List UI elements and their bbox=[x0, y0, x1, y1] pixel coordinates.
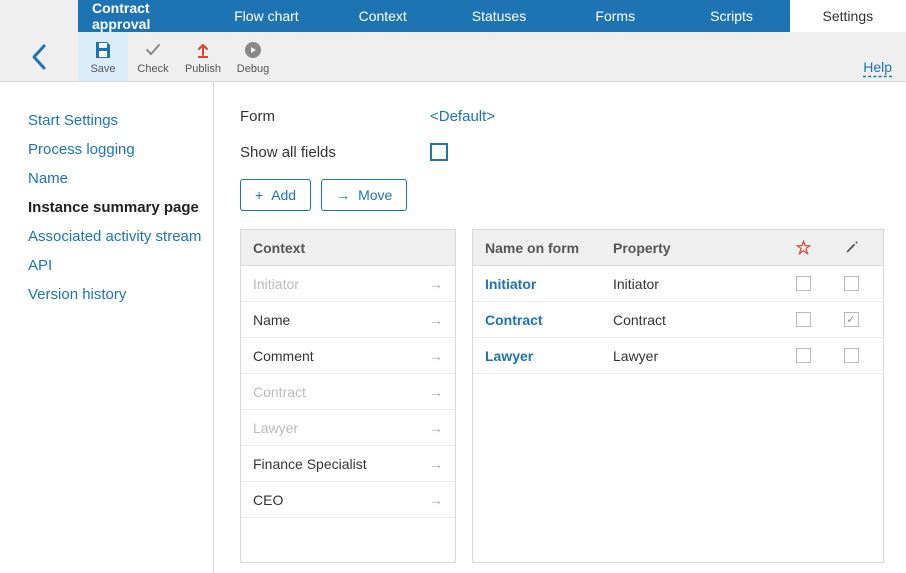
edit-header-icon bbox=[831, 240, 871, 255]
context-row[interactable]: CEO → bbox=[241, 482, 455, 518]
sidebar-item-instance-summary-page[interactable]: Instance summary page bbox=[28, 193, 203, 222]
back-icon[interactable] bbox=[30, 43, 48, 71]
show-all-fields-checkbox[interactable] bbox=[430, 143, 448, 161]
form-row-name[interactable]: Initiator bbox=[485, 276, 613, 292]
arrow-right-icon: → bbox=[429, 384, 443, 400]
form-label: Form bbox=[240, 108, 430, 125]
form-table: Name on form Property InitiatorInitiator… bbox=[472, 229, 884, 563]
save-icon bbox=[93, 39, 113, 61]
show-all-fields-label: Show all fields bbox=[240, 144, 430, 161]
edit-checkbox[interactable]: ✓ bbox=[844, 312, 859, 327]
sidebar: Start SettingsProcess loggingNameInstanc… bbox=[0, 82, 214, 573]
arrow-right-icon: → bbox=[429, 420, 443, 436]
sidebar-item-start-settings[interactable]: Start Settings bbox=[28, 106, 203, 135]
move-button[interactable]: → Move bbox=[321, 179, 407, 211]
context-row-label: Lawyer bbox=[253, 420, 298, 436]
add-label: Add bbox=[271, 187, 296, 203]
sidebar-item-associated-activity-stream[interactable]: Associated activity stream bbox=[28, 222, 203, 251]
form-table-header: Name on form Property bbox=[473, 230, 883, 266]
add-button[interactable]: + Add bbox=[240, 179, 311, 211]
debug-label: Debug bbox=[237, 63, 269, 75]
context-row-label: Finance Specialist bbox=[253, 456, 367, 472]
form-row-property: Lawyer bbox=[613, 348, 775, 364]
required-checkbox[interactable] bbox=[796, 348, 811, 363]
required-checkbox[interactable] bbox=[796, 276, 811, 291]
context-table-header: Context bbox=[241, 230, 455, 266]
toolbar: Save Check Publish Debug Help bbox=[0, 32, 906, 82]
tab-settings[interactable]: Settings bbox=[790, 0, 906, 32]
context-row-label: Name bbox=[253, 312, 290, 328]
context-row[interactable]: Initiator → bbox=[241, 266, 455, 302]
tab-context[interactable]: Context bbox=[325, 0, 441, 32]
check-icon bbox=[143, 39, 163, 61]
context-row[interactable]: Lawyer → bbox=[241, 410, 455, 446]
check-button[interactable]: Check bbox=[128, 32, 178, 81]
form-row-name[interactable]: Contract bbox=[485, 312, 613, 328]
arrow-right-icon: → bbox=[336, 187, 350, 203]
sidebar-item-api[interactable]: API bbox=[28, 251, 203, 280]
save-button[interactable]: Save bbox=[78, 32, 128, 81]
plus-icon: + bbox=[255, 187, 263, 203]
form-row-name[interactable]: Lawyer bbox=[485, 348, 613, 364]
required-checkbox[interactable] bbox=[796, 312, 811, 327]
edit-checkbox[interactable] bbox=[844, 348, 859, 363]
context-row-label: Initiator bbox=[253, 276, 299, 292]
arrow-right-icon: → bbox=[429, 348, 443, 364]
tab-forms[interactable]: Forms bbox=[557, 0, 673, 32]
form-row: ContractContract ✓ bbox=[473, 302, 883, 338]
content: Form <Default> Show all fields + Add → M… bbox=[214, 82, 906, 573]
context-row-label: CEO bbox=[253, 492, 283, 508]
publish-icon bbox=[193, 39, 213, 61]
form-row-property: Initiator bbox=[613, 276, 775, 292]
tab-title[interactable]: Contract approval bbox=[78, 0, 208, 32]
form-row: InitiatorInitiator bbox=[473, 266, 883, 302]
publish-button[interactable]: Publish bbox=[178, 32, 228, 81]
tab-flowchart[interactable]: Flow chart bbox=[208, 0, 324, 32]
context-row[interactable]: Contract → bbox=[241, 374, 455, 410]
publish-label: Publish bbox=[185, 63, 221, 75]
context-row-label: Contract bbox=[253, 384, 306, 400]
arrow-right-icon: → bbox=[429, 312, 443, 328]
form-value[interactable]: <Default> bbox=[430, 108, 495, 125]
arrow-right-icon: → bbox=[429, 456, 443, 472]
arrow-right-icon: → bbox=[429, 492, 443, 508]
context-row[interactable]: Name → bbox=[241, 302, 455, 338]
debug-icon bbox=[243, 39, 263, 61]
edit-checkbox[interactable] bbox=[844, 276, 859, 291]
sidebar-item-process-logging[interactable]: Process logging bbox=[28, 135, 203, 164]
context-table: Context Initiator → Name → Comment → Contract →… bbox=[240, 229, 456, 563]
context-row-label: Comment bbox=[253, 348, 314, 364]
arrow-right-icon: → bbox=[429, 276, 443, 292]
form-header-property: Property bbox=[613, 240, 775, 256]
sidebar-item-version-history[interactable]: Version history bbox=[28, 280, 203, 309]
tab-statuses[interactable]: Statuses bbox=[441, 0, 557, 32]
move-label: Move bbox=[358, 187, 392, 203]
tab-scripts[interactable]: Scripts bbox=[673, 0, 789, 32]
context-row[interactable]: Finance Specialist → bbox=[241, 446, 455, 482]
help-link[interactable]: Help bbox=[863, 59, 892, 75]
debug-button[interactable]: Debug bbox=[228, 32, 278, 81]
form-row: LawyerLawyer bbox=[473, 338, 883, 374]
form-header-name: Name on form bbox=[485, 240, 613, 256]
check-label: Check bbox=[137, 63, 168, 75]
tabs-row: Contract approval Flow chart Context Sta… bbox=[0, 0, 906, 32]
save-label: Save bbox=[90, 63, 115, 75]
form-row-property: Contract bbox=[613, 312, 775, 328]
context-row[interactable]: Comment → bbox=[241, 338, 455, 374]
required-header-icon bbox=[775, 240, 831, 255]
sidebar-item-name[interactable]: Name bbox=[28, 164, 203, 193]
